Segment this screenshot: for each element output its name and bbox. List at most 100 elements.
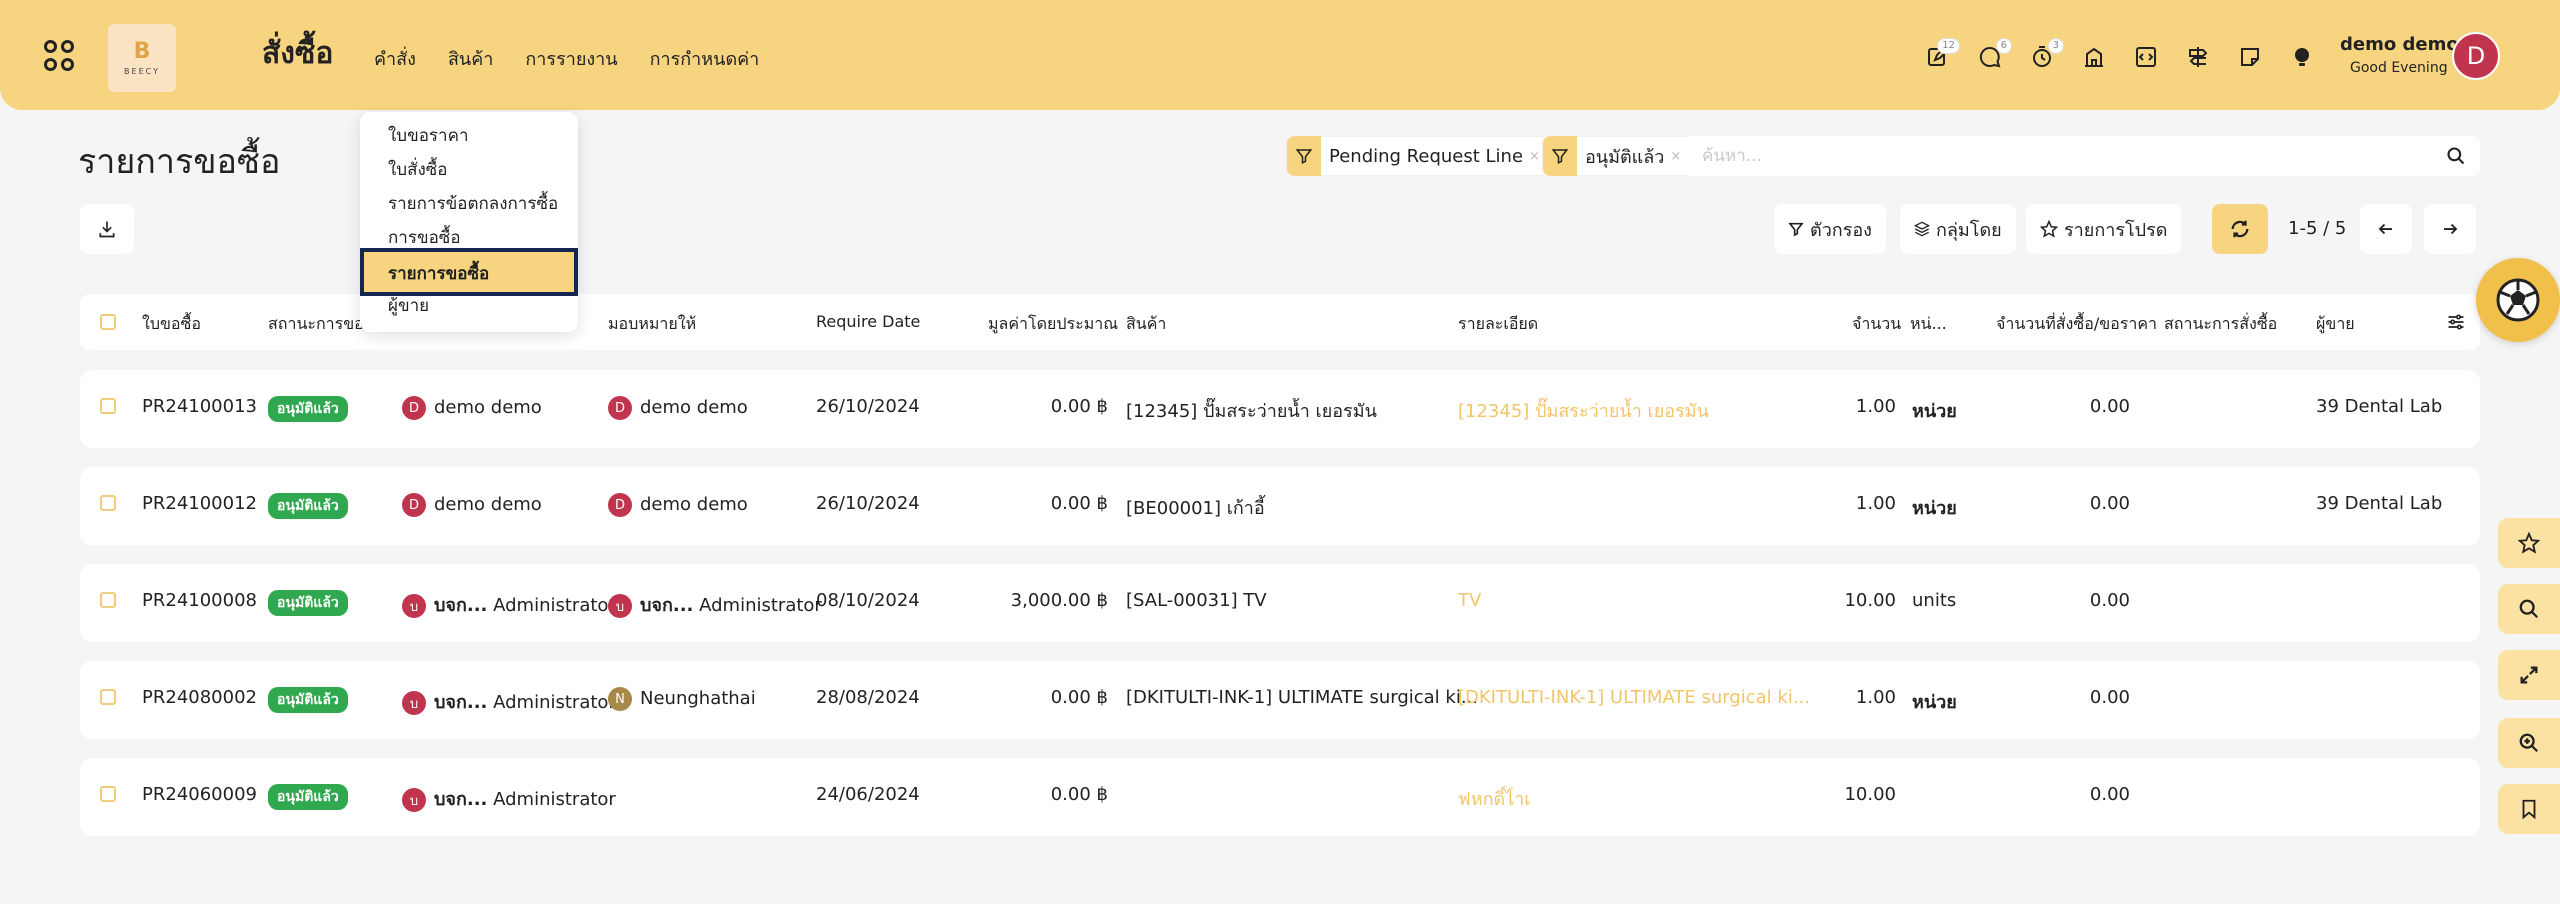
star-icon xyxy=(2518,532,2540,554)
top-navbar: B BEECY สั่งซื้อ คำสั่ง สินค้า การรายงาน… xyxy=(0,0,2560,110)
side-zoom-button[interactable] xyxy=(2498,718,2560,768)
download-icon xyxy=(99,221,115,238)
avatar: บ xyxy=(402,594,426,618)
dropdown-item-vendors[interactable]: ผู้ขาย xyxy=(388,292,429,319)
col-header[interactable]: ผู้ขาย xyxy=(2316,312,2355,337)
menu-products[interactable]: สินค้า xyxy=(448,44,493,73)
row-checkbox[interactable] xyxy=(100,786,116,802)
refresh-button[interactable] xyxy=(2212,204,2268,254)
requester: Ddemo demo xyxy=(402,493,542,517)
user-avatar[interactable]: D xyxy=(2452,32,2500,80)
search-bar xyxy=(1682,136,2480,176)
facet-label: อนุมัติแล้ว xyxy=(1585,146,1665,168)
col-header[interactable]: สินค้า xyxy=(1126,312,1166,337)
chat-icon[interactable]: 6 xyxy=(1964,38,2016,76)
download-button[interactable] xyxy=(80,204,134,254)
col-header[interactable]: จำนวนที่สั่งซื้อ/ขอราคา xyxy=(1996,312,2157,337)
col-header[interactable]: สถานะการขอ xyxy=(268,312,364,337)
menu-commands[interactable]: คำสั่ง xyxy=(374,44,416,73)
pager-value[interactable]: 1-5 / 5 xyxy=(2288,218,2346,239)
star-icon xyxy=(2040,220,2058,238)
dropdown-item-purchase-order[interactable]: ใบสั่งซื้อ xyxy=(388,156,448,183)
side-expand-button[interactable] xyxy=(2498,650,2560,700)
col-header[interactable]: หน่... xyxy=(1910,312,1947,337)
assignee: Ddemo demo xyxy=(608,493,748,517)
funnel-icon xyxy=(1788,222,1804,237)
search-icon[interactable] xyxy=(2446,146,2466,166)
facet-label: Pending Request Line xyxy=(1329,145,1524,167)
lightbulb-icon[interactable] xyxy=(2276,38,2328,76)
signpost-icon[interactable] xyxy=(2172,38,2224,76)
avatar: D xyxy=(608,493,632,517)
table-row[interactable]: PR24100008 อนุมัติแล้ว บบจก... Administr… xyxy=(80,564,2480,642)
favorites-button[interactable]: รายการโปรด xyxy=(2026,204,2182,254)
company-logo[interactable]: B BEECY xyxy=(108,24,176,92)
filter-facet-pending[interactable]: Pending Request Line × xyxy=(1286,136,1549,176)
table-row[interactable]: PR24080002 อนุมัติแล้ว บบจก... Administr… xyxy=(80,661,2480,739)
dropdown-item-label: รายการขอซื้อ xyxy=(388,264,490,284)
football-icon xyxy=(2496,278,2540,322)
side-favorite-button[interactable] xyxy=(2498,518,2560,568)
dropdown-item-purchase-request[interactable]: การขอซื้อ xyxy=(388,224,461,251)
requester: บบจก... Administrator xyxy=(402,784,616,813)
col-header[interactable]: รายละเอียด xyxy=(1458,312,1538,337)
avatar: บ xyxy=(402,691,426,715)
status-badge: อนุมัติแล้ว xyxy=(268,396,348,422)
col-header[interactable]: มอบหมายให้ xyxy=(608,312,696,337)
page-title: รายการขอซื้อ xyxy=(78,142,281,182)
timer-icon[interactable]: 3 xyxy=(2016,38,2068,76)
table-row[interactable]: PR24100012 อนุมัติแล้ว Ddemo demo Ddemo … xyxy=(80,467,2480,545)
column-settings-icon[interactable] xyxy=(2446,312,2466,332)
assistant-fab-button[interactable] xyxy=(2476,258,2560,342)
user-name[interactable]: demo demo xyxy=(2340,34,2459,55)
avatar: บ xyxy=(402,788,426,812)
bookmark-icon xyxy=(2522,799,2536,820)
select-all-checkbox[interactable] xyxy=(100,314,116,330)
avatar: N xyxy=(608,687,632,711)
col-header[interactable]: จำนวน xyxy=(1852,312,1901,337)
filter-button[interactable]: ตัวกรอง xyxy=(1774,204,1886,254)
dropdown-item-request-lines[interactable]: รายการขอซื้อ xyxy=(360,248,578,296)
menu-reporting[interactable]: การรายงาน xyxy=(525,44,617,73)
col-header[interactable]: Require Date xyxy=(816,312,920,331)
user-greeting: Good Evening xyxy=(2350,60,2448,76)
side-search-button[interactable] xyxy=(2498,584,2560,634)
expand-icon xyxy=(2520,666,2538,684)
zoom-in-icon xyxy=(2519,733,2539,753)
table-row[interactable]: PR24060009 อนุมัติแล้ว บบจก... Administr… xyxy=(80,758,2480,836)
col-header[interactable]: สถานะการสั่งซื้อ xyxy=(2164,312,2277,337)
edit-icon[interactable]: 12 xyxy=(1912,38,1964,76)
row-checkbox[interactable] xyxy=(100,592,116,608)
row-checkbox[interactable] xyxy=(100,495,116,511)
next-page-button[interactable] xyxy=(2424,204,2476,254)
avatar: D xyxy=(402,493,426,517)
app-title[interactable]: สั่งซื้อ xyxy=(262,30,333,77)
note-icon[interactable] xyxy=(2224,38,2276,76)
row-checkbox[interactable] xyxy=(100,689,116,705)
prev-page-button[interactable] xyxy=(2360,204,2412,254)
assignee: N Neunghathai xyxy=(608,687,756,711)
row-checkbox[interactable] xyxy=(100,398,116,414)
dropdown-item-quotation[interactable]: ใบขอราคา xyxy=(388,122,469,149)
table-row[interactable]: PR24100013 อนุมัติแล้ว Ddemo demo Ddemo … xyxy=(80,370,2480,448)
group-by-button[interactable]: กลุ่มโดย xyxy=(1900,204,2016,254)
dropdown-item-purchase-agreements[interactable]: รายการข้อตกลงการซื้อ xyxy=(388,190,558,217)
status-badge: อนุมัติแล้ว xyxy=(268,493,348,519)
col-header[interactable]: ใบขอซื้อ xyxy=(142,312,201,337)
commands-dropdown-menu: ใบขอราคา ใบสั่งซื้อ รายการข้อตกลงการซื้อ… xyxy=(360,112,578,332)
status-badge: อนุมัติแล้ว xyxy=(268,590,348,616)
menu-configuration[interactable]: การกำหนดค่า xyxy=(650,44,760,73)
side-bookmark-button[interactable] xyxy=(2498,784,2560,834)
apps-grid-icon[interactable] xyxy=(44,40,76,74)
avatar: D xyxy=(608,396,632,420)
filter-facet-approved[interactable]: อนุมัติแล้ว × xyxy=(1542,136,1691,176)
status-badge: อนุมัติแล้ว xyxy=(268,687,348,713)
assignee: บบจก... Administrator xyxy=(608,590,822,619)
requester: บบจก... Administrator xyxy=(402,590,616,619)
search-input[interactable] xyxy=(1682,136,2422,176)
col-header[interactable]: มูลค่าโดยประมาณ xyxy=(988,312,1118,337)
building-icon[interactable] xyxy=(2068,38,2120,76)
funnel-icon xyxy=(1543,136,1577,176)
avatar: D xyxy=(402,396,426,420)
code-icon[interactable] xyxy=(2120,38,2172,76)
